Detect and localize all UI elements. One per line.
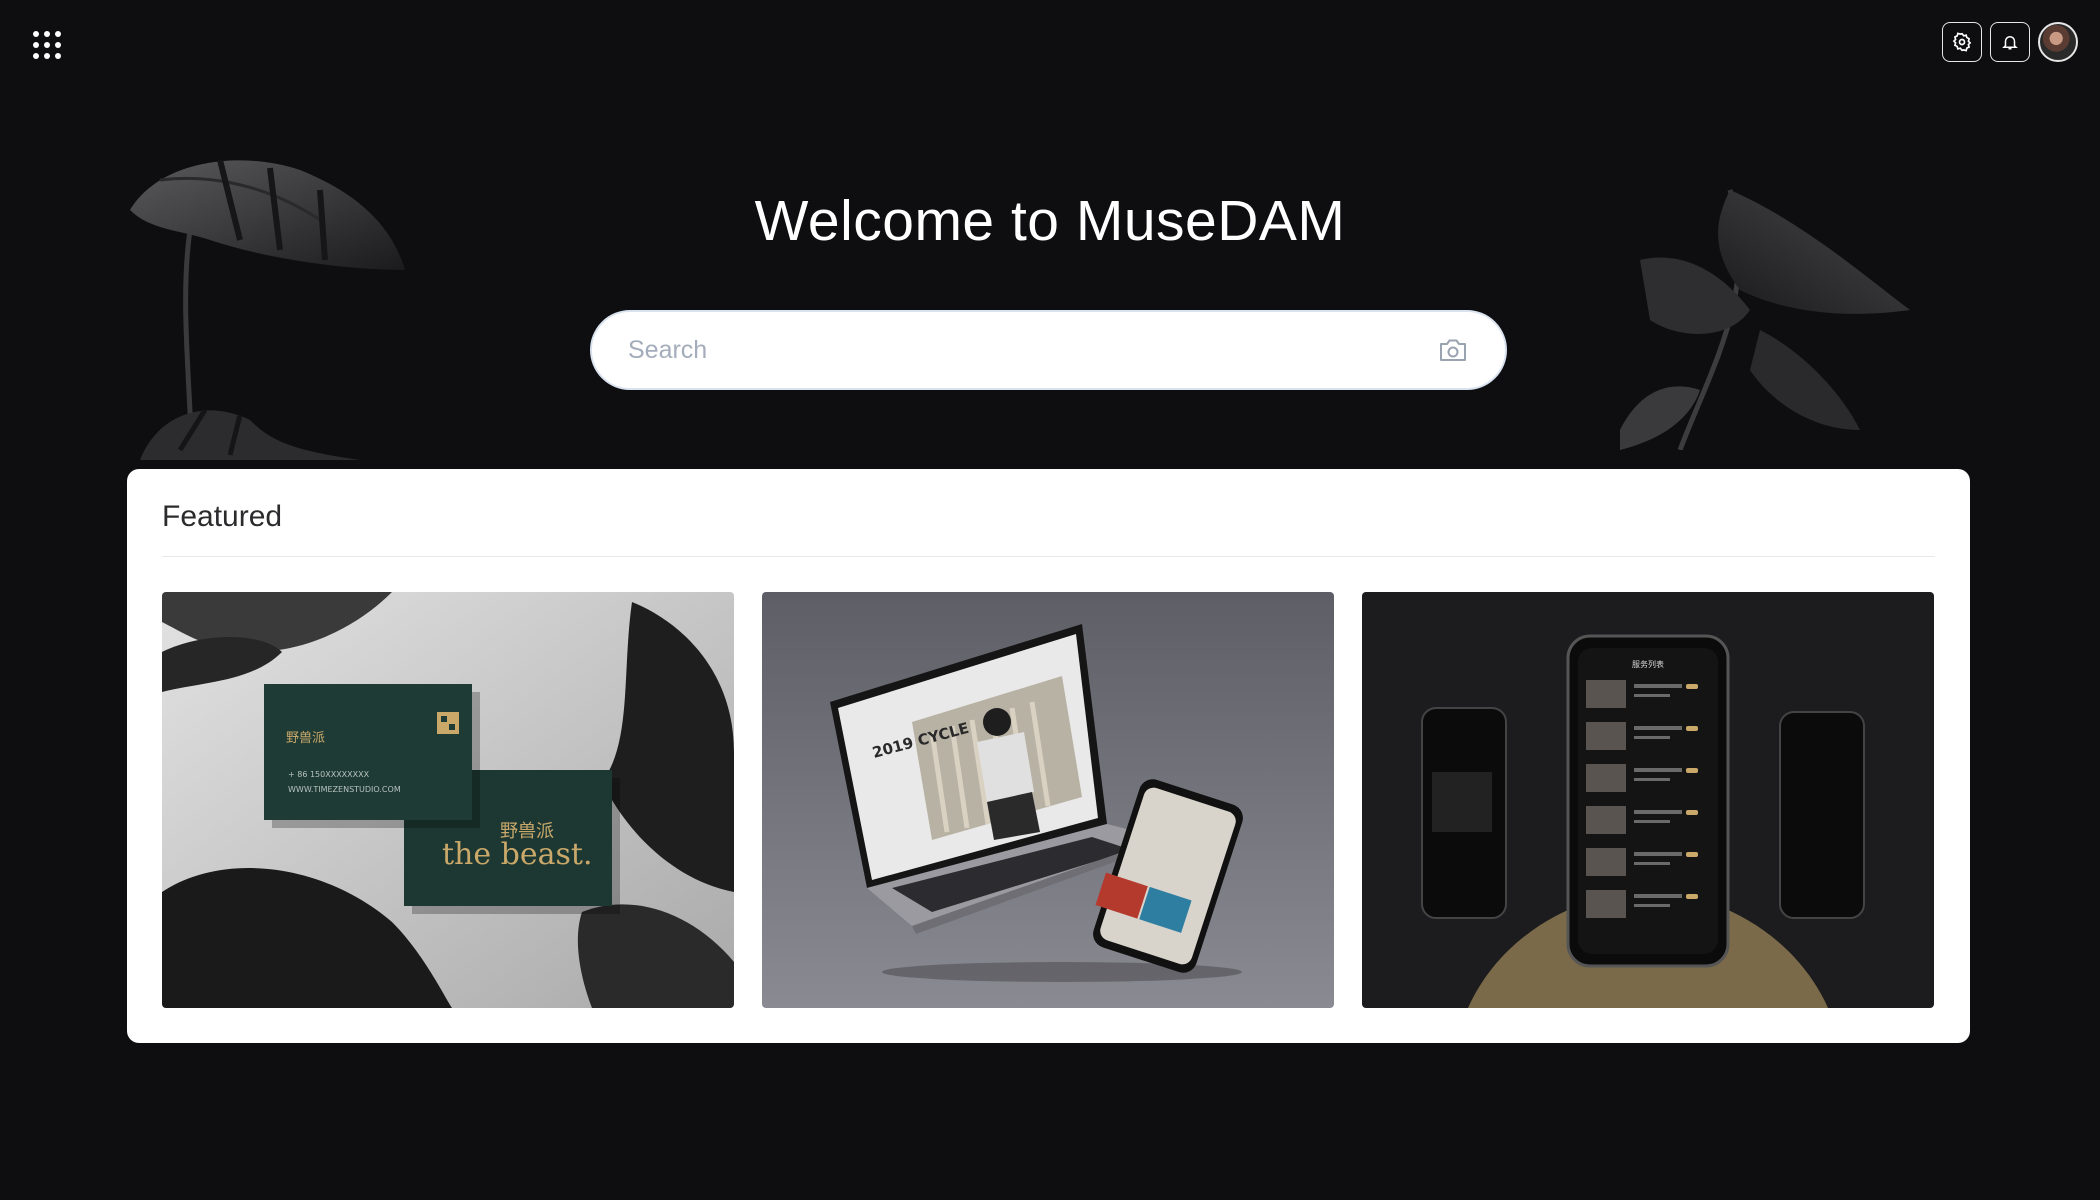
card-front-phone: + 86 150XXXXXXXX [288, 770, 370, 779]
featured-cards: 野兽派 + 86 150XXXXXXXX WWW.TIMEZENSTUDIO.C… [162, 592, 1935, 1008]
search-bar [590, 310, 1507, 390]
card-front-site: WWW.TIMEZENSTUDIO.COM [288, 785, 401, 794]
featured-card-laptop[interactable]: 2019 CYCLE [762, 592, 1334, 1008]
featured-card-mobile-app[interactable]: 服务列表 [1362, 592, 1934, 1008]
card-front-logo: 野兽派 [286, 731, 325, 746]
featured-card-business-card[interactable]: 野兽派 + 86 150XXXXXXXX WWW.TIMEZENSTUDIO.C… [162, 592, 734, 1008]
top-actions [1942, 22, 2078, 62]
gear-icon [1952, 32, 1972, 52]
search-input[interactable] [628, 335, 1435, 365]
bell-icon [2002, 36, 2018, 50]
image-search-button[interactable] [1435, 332, 1471, 368]
apps-grid-icon[interactable] [28, 26, 66, 64]
camera-icon [1440, 339, 1466, 361]
featured-title: Featured [162, 469, 1935, 557]
notifications-button[interactable] [1990, 22, 2030, 62]
laptop-phone-mockup-image: 2019 CYCLE [762, 592, 1334, 1008]
avatar[interactable] [2038, 22, 2078, 62]
app-screen-title: 服务列表 [1632, 659, 1664, 669]
welcome-title: Welcome to MuseDAM [754, 189, 1346, 253]
settings-button[interactable] [1942, 22, 1982, 62]
musedam-home: Welcome to MuseDAM Featured [0, 0, 2100, 1200]
card-back-tagline: the beast. [442, 837, 593, 872]
business-card-mockup-image: 野兽派 + 86 150XXXXXXXX WWW.TIMEZENSTUDIO.C… [162, 592, 734, 1008]
featured-panel: Featured 野兽派 + 86 150XXXXXXXX WWW.TIMEZE… [127, 469, 1970, 1043]
mobile-app-mockup-image: 服务列表 [1362, 592, 1934, 1008]
